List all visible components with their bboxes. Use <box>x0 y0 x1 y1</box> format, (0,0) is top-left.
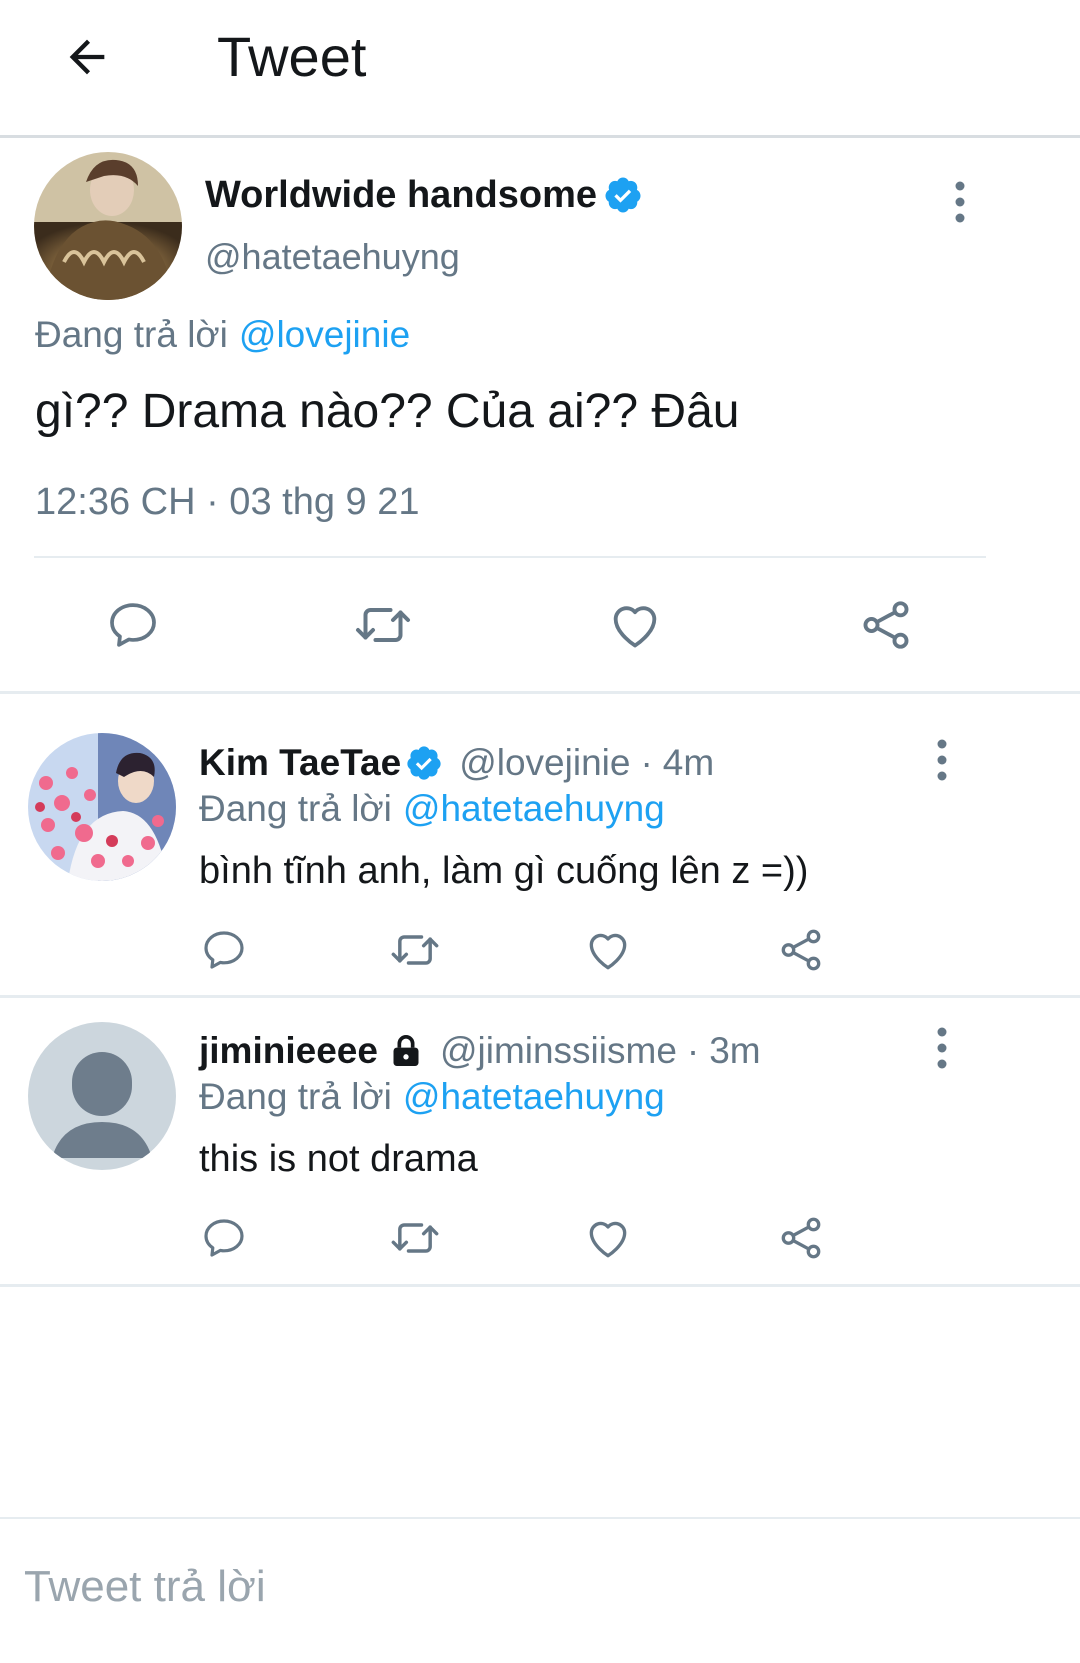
more-vertical-icon <box>937 739 947 781</box>
like-button[interactable] <box>582 1212 634 1264</box>
replying-to: Đang trả lời @lovejinie <box>35 312 410 358</box>
more-vertical-icon <box>955 181 965 223</box>
share-button[interactable] <box>775 1212 827 1264</box>
retweet-button[interactable] <box>389 924 441 976</box>
reply-text: bình tĩnh anh, làm gì cuống lên z =)) <box>199 850 809 892</box>
top-bar: Tweet <box>0 0 1080 138</box>
share-button[interactable] <box>853 592 919 658</box>
reply-button[interactable] <box>198 1212 250 1264</box>
retweet-button[interactable] <box>350 592 416 658</box>
reply-button[interactable] <box>198 924 250 976</box>
divider <box>0 691 1080 694</box>
share-icon <box>863 601 909 649</box>
replying-to-label: Đang trả lời <box>199 1076 392 1117</box>
reply-header-jiminieeee: jiminieeee @jiminssiisme · 3m <box>199 1028 761 1074</box>
retweet-icon <box>391 935 439 965</box>
reply-composer-bar: Tweet trả lời <box>0 1517 1080 1663</box>
more-options-button[interactable] <box>948 180 972 224</box>
heart-icon <box>589 933 627 970</box>
divider <box>0 1284 1080 1287</box>
avatar-default-jiminieeee[interactable] <box>28 1022 176 1170</box>
replying-to: Đang trả lời @hatetaehuyng <box>199 1074 665 1120</box>
display-name[interactable]: Worldwide handsome <box>205 174 597 217</box>
reply-time[interactable]: 3m <box>709 1030 760 1072</box>
retweet-icon <box>356 608 410 642</box>
handle[interactable]: @lovejinie <box>459 742 630 784</box>
display-name[interactable]: jiminieeee <box>199 1030 378 1072</box>
share-icon <box>781 929 821 971</box>
heart-icon <box>613 606 657 648</box>
replying-to-link[interactable]: @hatetaehuyng <box>403 1074 665 1120</box>
divider <box>0 995 1080 998</box>
back-arrow-icon <box>69 39 105 75</box>
reply-icon <box>204 1219 244 1257</box>
reply-input[interactable]: Tweet trả lời <box>24 1559 266 1615</box>
retweet-button[interactable] <box>389 1212 441 1264</box>
tweet-timestamp[interactable]: 12:36 CH · 03 thg 9 21 <box>35 478 419 526</box>
reply-icon <box>204 931 244 969</box>
replying-to: Đang trả lời @hatetaehuyng <box>199 786 665 832</box>
retweet-icon <box>391 1223 439 1253</box>
separator-dot: · <box>640 742 653 783</box>
tweet-text: gì?? Drama nào?? Của ai?? Đâu <box>35 385 740 438</box>
verified-badge-icon <box>605 177 641 213</box>
handle[interactable]: @jiminssiisme <box>440 1030 677 1072</box>
like-button[interactable] <box>602 592 668 658</box>
reply-button[interactable] <box>100 592 166 658</box>
heart-icon <box>589 1221 627 1258</box>
more-vertical-icon <box>937 1027 947 1069</box>
like-button[interactable] <box>582 924 634 976</box>
divider <box>34 556 986 558</box>
share-icon <box>781 1217 821 1259</box>
lock-icon <box>393 1035 419 1066</box>
page-title: Tweet <box>217 25 367 88</box>
share-button[interactable] <box>775 924 827 976</box>
main-tweet-name-row: Worldwide handsome <box>205 172 643 218</box>
handle[interactable]: @hatetaehuyng <box>205 234 460 280</box>
reply-icon <box>110 603 156 647</box>
default-profile-icon <box>28 1022 176 1170</box>
replying-to-link[interactable]: @hatetaehuyng <box>403 786 665 832</box>
separator-dot: · <box>686 1030 700 1071</box>
reply-text: this is not drama <box>199 1138 478 1180</box>
replying-to-link[interactable]: @lovejinie <box>239 312 410 358</box>
back-button[interactable] <box>52 22 122 92</box>
verified-badge-icon <box>407 746 441 780</box>
reply-header-kim-taetae: Kim TaeTae @lovejinie · 4m <box>199 740 714 786</box>
more-options-button[interactable] <box>930 1026 954 1070</box>
replying-to-label: Đang trả lời <box>35 314 228 355</box>
replying-to-label: Đang trả lời <box>199 788 392 829</box>
avatar-kim-taetae[interactable] <box>28 733 176 881</box>
display-name[interactable]: Kim TaeTae <box>199 742 401 784</box>
reply-time[interactable]: 4m <box>663 742 714 784</box>
avatar-worldwide-handsome[interactable] <box>34 152 182 300</box>
more-options-button[interactable] <box>930 738 954 782</box>
